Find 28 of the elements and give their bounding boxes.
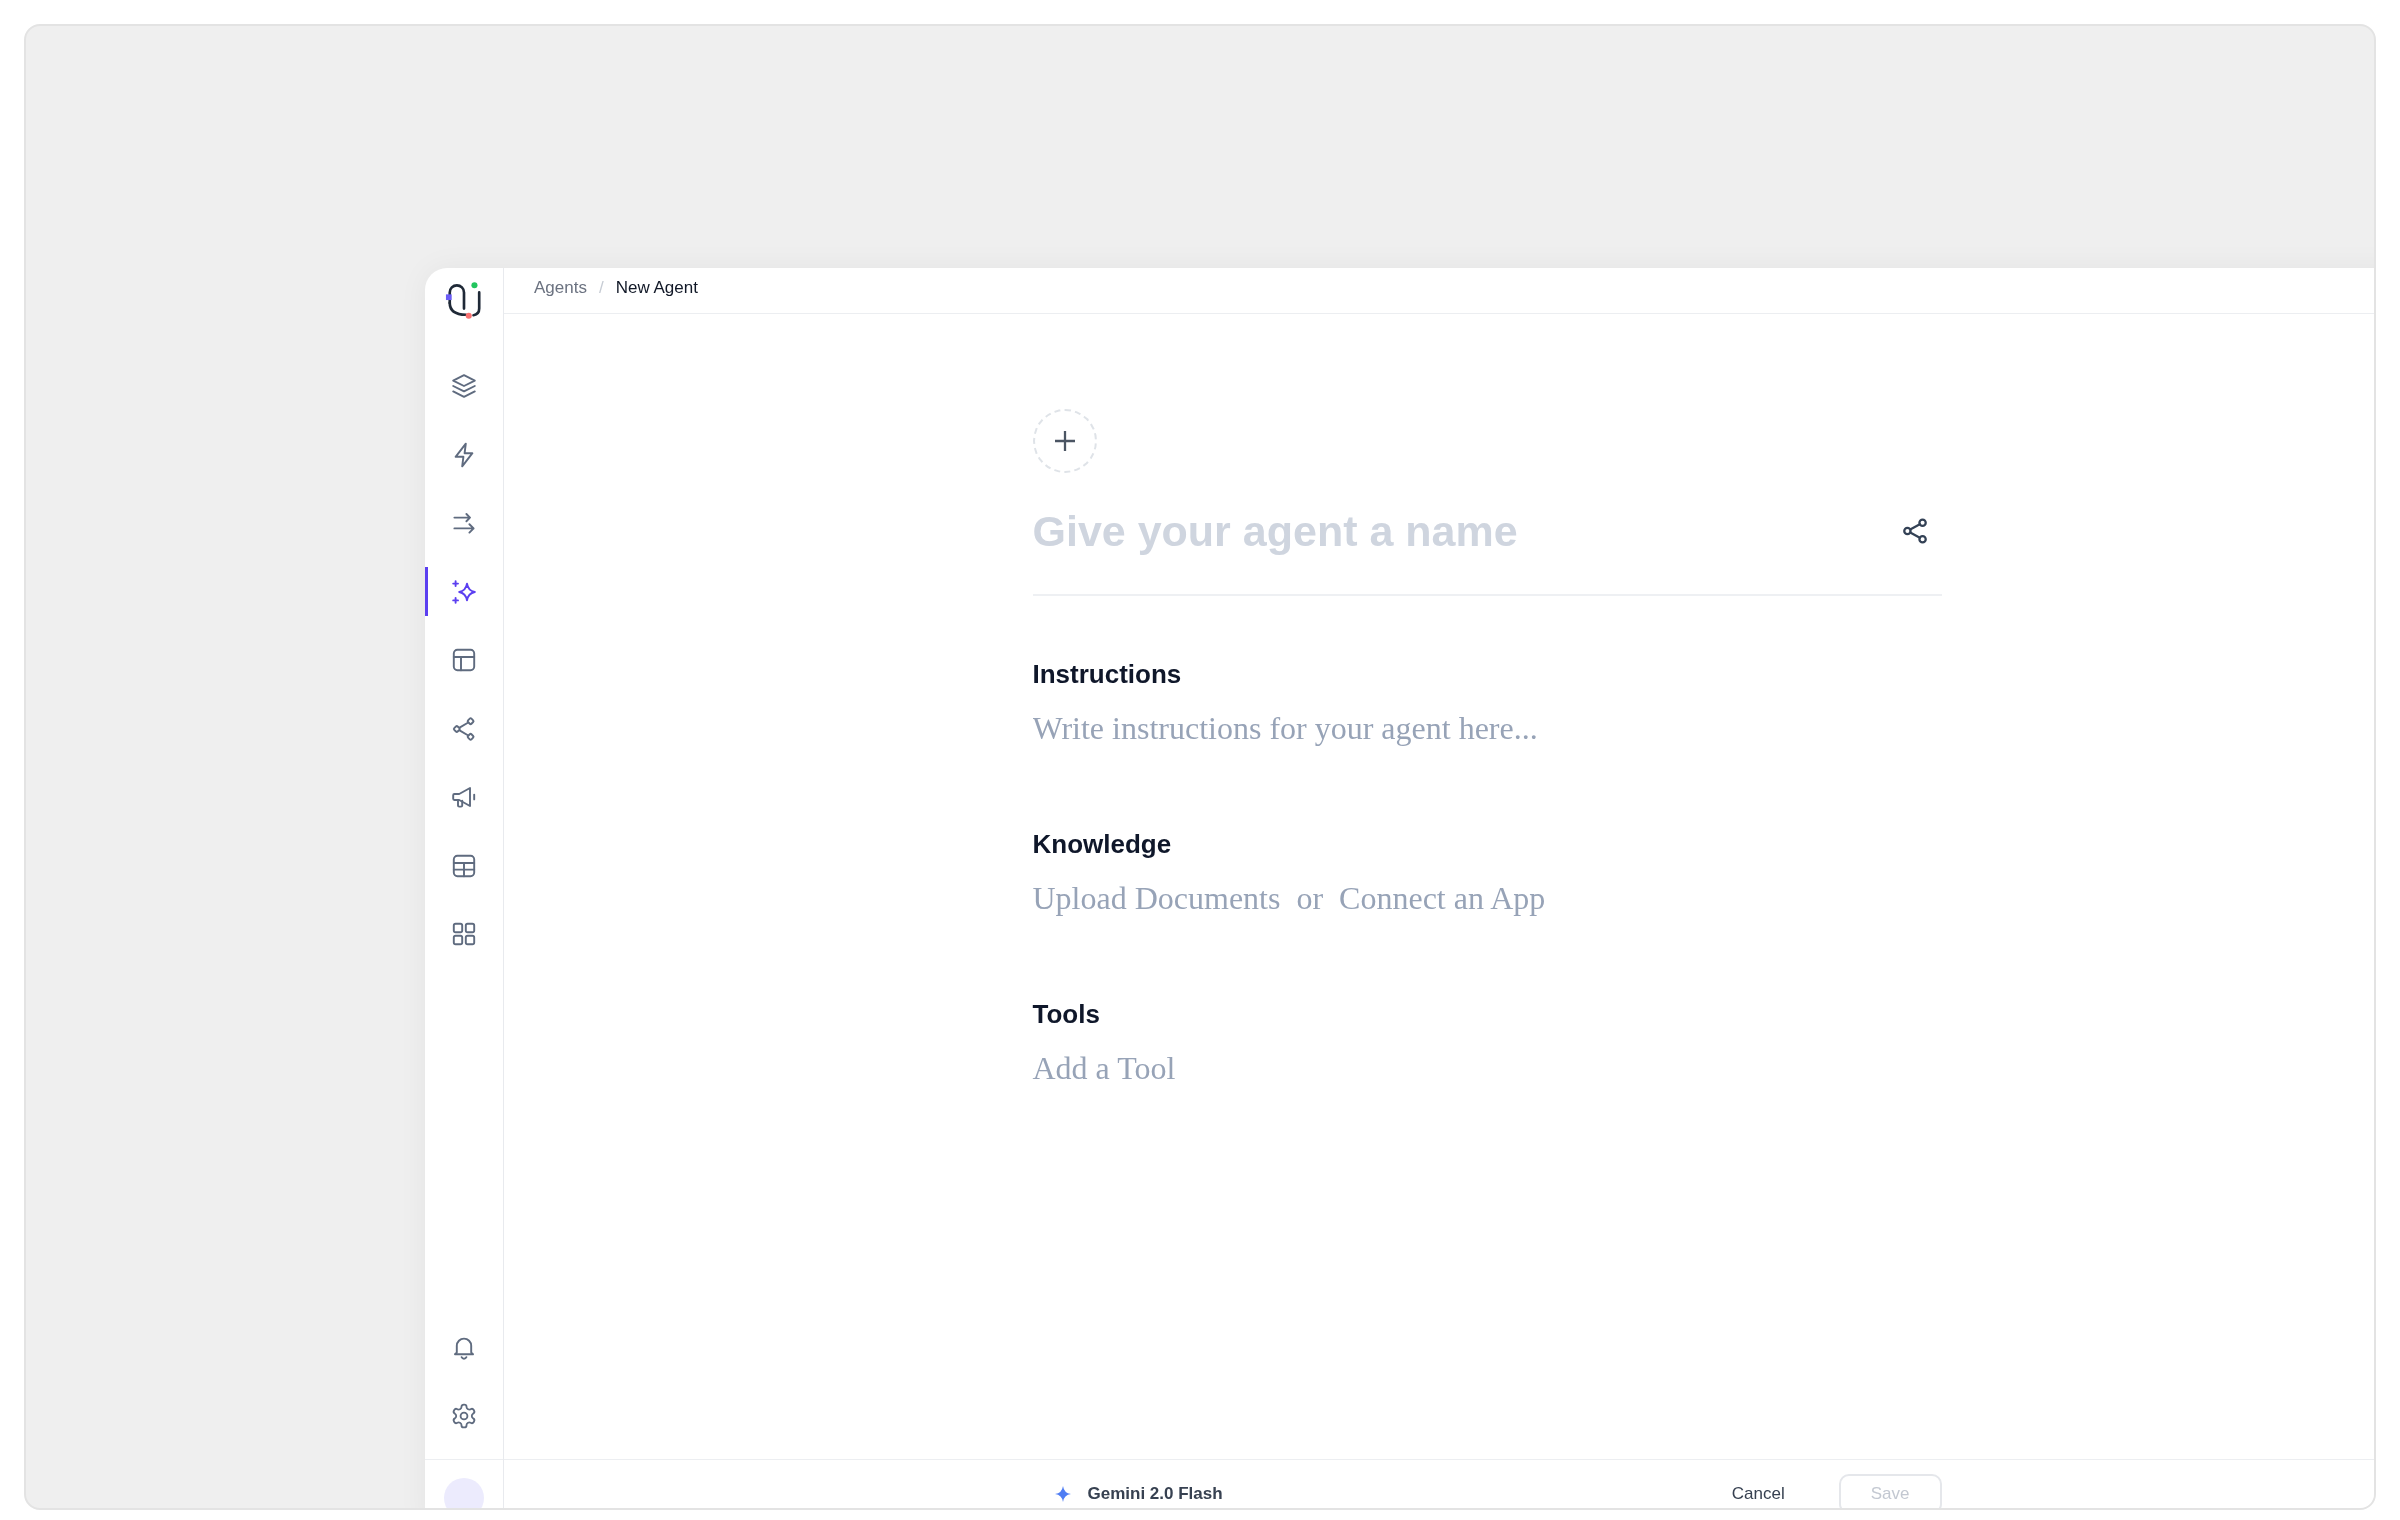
section-heading: Tools [1032,998,1100,1030]
megaphone-icon [452,785,476,809]
settings-icon [452,1404,476,1428]
sparkle-icon [452,579,476,604]
breadcrumb-current: New Agent [615,278,698,298]
instructions-field[interactable]: Write instructions for your agent here... [1032,708,1942,748]
sparkle-icon [1054,1485,1071,1502]
plus-icon [1054,431,1075,451]
cancel-button[interactable]: Cancel [1711,1473,1805,1508]
layout-icon [452,648,476,672]
arrows-right-icon [452,511,476,535]
nodes-icon [452,716,476,741]
bell-icon [452,1335,476,1359]
section-heading: Instructions [1032,658,1182,690]
section-heading: Knowledge [1032,828,1172,860]
lightning-icon [452,442,476,467]
layers-icon [452,374,476,398]
share-icon [1902,519,1927,543]
breadcrumb-separator: / [598,278,604,298]
action-link[interactable]: Connect an App [1339,878,1546,918]
action-link[interactable]: Add a Tool [1032,1048,1176,1088]
table-icon [452,853,476,878]
separator-text: or [1296,879,1324,918]
action-link[interactable]: Upload Documents [1032,878,1281,918]
logo-icon [445,281,483,321]
grid-icon [452,922,476,946]
breadcrumb-link[interactable]: Agents [534,278,587,298]
model-selector[interactable]: Gemini 2.0 Flash [1032,1483,1223,1504]
